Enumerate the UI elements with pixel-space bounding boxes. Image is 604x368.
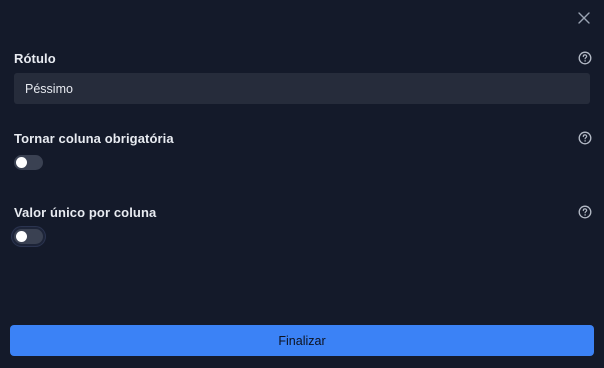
label-field-header: Rótulo xyxy=(14,49,592,67)
required-toggle[interactable] xyxy=(14,155,43,170)
required-field-title: Tornar coluna obrigatória xyxy=(14,130,174,146)
close-icon xyxy=(578,12,590,24)
label-field: Rótulo xyxy=(14,49,592,104)
required-field: Tornar coluna obrigatória xyxy=(14,129,592,170)
help-circle-icon[interactable] xyxy=(578,51,592,65)
unique-field-header: Valor único por coluna xyxy=(14,203,592,221)
toggle-knob xyxy=(16,157,27,168)
toggle-knob xyxy=(16,231,27,242)
label-input[interactable] xyxy=(14,73,590,104)
finish-button[interactable]: Finalizar xyxy=(10,325,594,356)
column-settings-dialog: Rótulo Tornar coluna obrigatória xyxy=(0,0,604,368)
label-field-title: Rótulo xyxy=(14,50,56,66)
unique-toggle[interactable] xyxy=(14,229,43,244)
unique-field-title: Valor único por coluna xyxy=(14,204,157,220)
unique-field: Valor único por coluna xyxy=(14,203,592,244)
close-button[interactable] xyxy=(574,8,594,28)
help-circle-icon[interactable] xyxy=(578,131,592,145)
help-circle-icon[interactable] xyxy=(578,205,592,219)
required-field-header: Tornar coluna obrigatória xyxy=(14,129,592,147)
